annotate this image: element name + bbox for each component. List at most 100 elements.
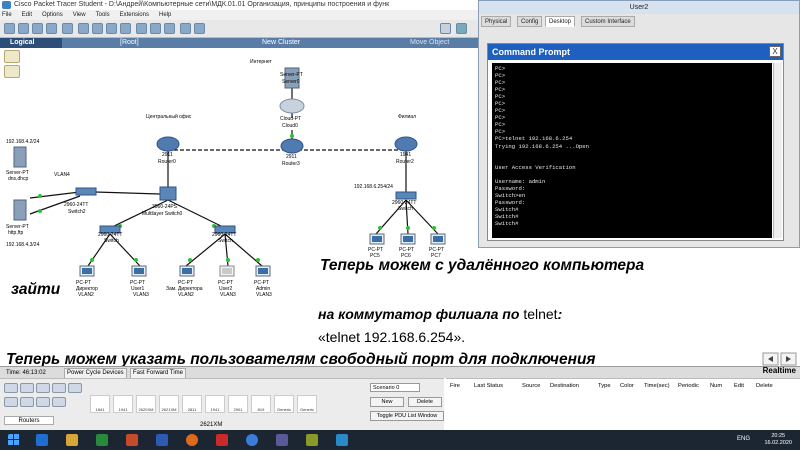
new-cluster-button[interactable]: New Cluster <box>262 38 300 48</box>
palette-icon[interactable] <box>180 23 191 34</box>
app-icon[interactable] <box>276 434 288 446</box>
cmd-line <box>495 157 769 164</box>
command-prompt-output[interactable]: PC> PC> PC> PC> PC> PC> PC> PC> PC> PC> PC>telnet … <box>492 63 772 238</box>
pt-window-icon[interactable] <box>336 434 348 446</box>
copy-icon[interactable] <box>78 23 89 34</box>
menu-file[interactable]: File <box>2 12 12 18</box>
pc-admin-device[interactable]: PC-PT Admin VLAN3 <box>254 265 272 298</box>
menu-extensions[interactable]: Extensions <box>120 12 149 18</box>
redo-icon[interactable] <box>120 23 131 34</box>
input-language[interactable]: ENG <box>737 436 750 442</box>
router3-device[interactable]: 2911 Router3 <box>280 138 304 167</box>
root-breadcrumb[interactable]: [Root] <box>120 38 139 48</box>
model-2621xm[interactable]: 2621XM <box>159 395 179 413</box>
firefox-icon[interactable] <box>186 434 198 446</box>
switch-office-a-device[interactable]: 2960-24TT Switch <box>98 225 122 244</box>
new-file-icon[interactable] <box>4 23 15 34</box>
category-routers-icon[interactable] <box>4 383 18 393</box>
router0-device[interactable]: 2911 Router0 <box>156 136 180 165</box>
undo-icon[interactable] <box>106 23 117 34</box>
logical-tab[interactable]: Logical <box>0 38 62 48</box>
powerpoint-icon[interactable] <box>126 434 138 446</box>
wizard-icon[interactable] <box>62 23 73 34</box>
menu-view[interactable]: View <box>73 12 86 18</box>
switch-branch-device[interactable]: 2960-24TT Switch <box>392 191 417 212</box>
command-prompt-close-button[interactable]: X <box>769 46 781 57</box>
command-prompt-scrollbar[interactable] <box>773 63 782 238</box>
switch2-device[interactable]: 2960-24TT Switch2 <box>64 187 97 215</box>
info-icon[interactable] <box>440 23 451 34</box>
category-end-devices-icon[interactable] <box>4 397 18 407</box>
cloud0-name: Cloud0 <box>282 123 298 129</box>
menu-help[interactable]: Help <box>159 12 171 18</box>
delete-scenario-button[interactable]: Delete <box>408 397 442 407</box>
select-tool-icon[interactable] <box>4 50 20 63</box>
model-2620xm[interactable]: 2620XM <box>136 395 156 413</box>
tab-desktop[interactable]: Desktop <box>545 16 576 27</box>
pc5-device[interactable]: PC-PT PC5 <box>368 233 385 259</box>
pc7-device[interactable]: PC-PT PC7 <box>429 233 446 259</box>
category-multiuser-icon[interactable] <box>52 397 66 407</box>
zoom-in-icon[interactable] <box>136 23 147 34</box>
file-explorer-icon[interactable] <box>66 434 78 446</box>
cmd-line: PC> <box>495 100 506 108</box>
server-dns-device[interactable]: Server-PT dns,dhcp <box>6 146 29 182</box>
col-color: Color <box>620 383 634 389</box>
ie-browser-icon[interactable] <box>36 434 48 446</box>
server0-device[interactable]: Server-PT Server0 <box>280 67 303 89</box>
system-clock[interactable]: 20:25 16.02.2020 <box>764 433 792 447</box>
slide-nav-arrows-icon[interactable] <box>762 352 798 366</box>
print-icon[interactable] <box>46 23 57 34</box>
pc6-device[interactable]: PC-PT PC6 <box>399 233 416 259</box>
toggle-pdu-list-button[interactable]: Toggle PDU List Window <box>370 411 444 421</box>
new-scenario-button[interactable]: New <box>370 397 404 407</box>
category-connections-icon[interactable] <box>68 383 82 393</box>
caption-line-1: Теперь можем с удалённого компьютера <box>320 257 645 274</box>
tab-config[interactable]: Config <box>517 16 543 27</box>
pdf-reader-icon[interactable] <box>216 434 228 446</box>
custom-device-icon[interactable] <box>194 23 205 34</box>
paste-icon[interactable] <box>92 23 103 34</box>
help-icon[interactable] <box>456 23 467 34</box>
pc-director-device[interactable]: PC-PT Директор VLAN2 <box>76 265 98 298</box>
menu-tools[interactable]: Tools <box>96 12 110 18</box>
open-file-icon[interactable] <box>18 23 29 34</box>
menu-options[interactable]: Options <box>42 12 63 18</box>
excel-icon[interactable] <box>96 434 108 446</box>
packet-tracer-task-icon[interactable] <box>306 434 318 446</box>
pc-deputy-device[interactable]: PC-PT Зам. Директора VLAN2 <box>166 265 203 298</box>
tab-physical[interactable]: Physical <box>481 16 512 27</box>
model-1941b[interactable]: 1941 <box>205 395 225 413</box>
router2-device[interactable]: 1941 Router2 <box>394 136 418 165</box>
model-2811[interactable]: 2811 <box>182 395 202 413</box>
model-2901[interactable]: 2901 <box>228 395 248 413</box>
zoom-out-icon[interactable] <box>164 23 175 34</box>
server0-name: Server0 <box>282 79 300 85</box>
zoom-reset-icon[interactable] <box>150 23 161 34</box>
model-generic-2[interactable]: Generic <box>297 395 317 413</box>
scenario-select[interactable]: Scenario 0 <box>370 383 420 392</box>
category-wireless-icon[interactable] <box>52 383 66 393</box>
menu-edit[interactable]: Edit <box>22 12 32 18</box>
tab-custom-interface[interactable]: Custom Interface <box>581 16 635 27</box>
cmd-line: Username: admin <box>495 177 546 185</box>
pc-user1-device[interactable]: PC-PT User1 VLAN3 <box>130 265 149 298</box>
word-icon[interactable] <box>156 434 168 446</box>
multilayer-switch0-device[interactable]: 3560-24PS Multilayer Switch0 <box>142 186 183 217</box>
category-switches-icon[interactable] <box>20 383 34 393</box>
model-generic-1[interactable]: Generic <box>274 395 294 413</box>
model-1941[interactable]: 1941 <box>113 395 133 413</box>
model-819[interactable]: 819 <box>251 395 271 413</box>
move-layout-icon[interactable] <box>4 65 20 78</box>
category-custom-icon[interactable] <box>36 397 50 407</box>
save-icon[interactable] <box>32 23 43 34</box>
windows-start-icon[interactable] <box>8 434 20 446</box>
chrome-icon[interactable] <box>246 434 258 446</box>
category-hubs-icon[interactable] <box>36 383 50 393</box>
realtime-mode-label[interactable]: Realtime <box>763 365 796 377</box>
model-1841[interactable]: 1841 <box>90 395 110 413</box>
server-http-device[interactable]: Server-PT http,ftp <box>6 199 29 236</box>
move-object-button[interactable]: Move Object <box>410 38 449 48</box>
pc-user2-device[interactable]: PC-PT User2 VLAN3 <box>218 265 236 298</box>
category-wan-icon[interactable] <box>20 397 34 407</box>
